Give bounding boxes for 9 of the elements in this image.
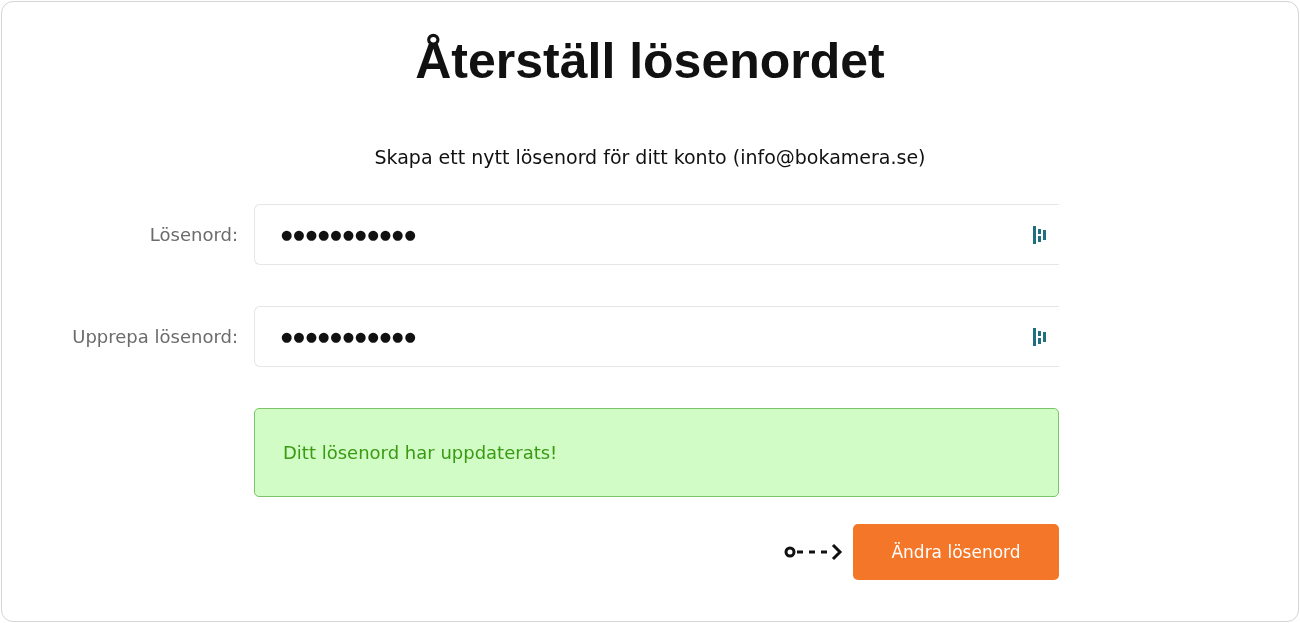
success-message: Ditt lösenord har uppdaterats! [254,408,1059,497]
subtitle: Skapa ett nytt lösenord för ditt konto (info@bokamera.se) [374,145,926,170]
field-label: Lösenord: [148,224,238,245]
field-label: Upprepa lösenord: [71,326,238,347]
password-manager-icon[interactable] [1033,224,1047,245]
password-manager-icon[interactable] [1033,326,1047,347]
page-title: Återställ lösenordet [415,32,885,91]
password-field[interactable]: ●●●●●●●●●●● [254,204,1059,265]
password-field[interactable]: ●●●●●●●●●●● [254,306,1059,367]
